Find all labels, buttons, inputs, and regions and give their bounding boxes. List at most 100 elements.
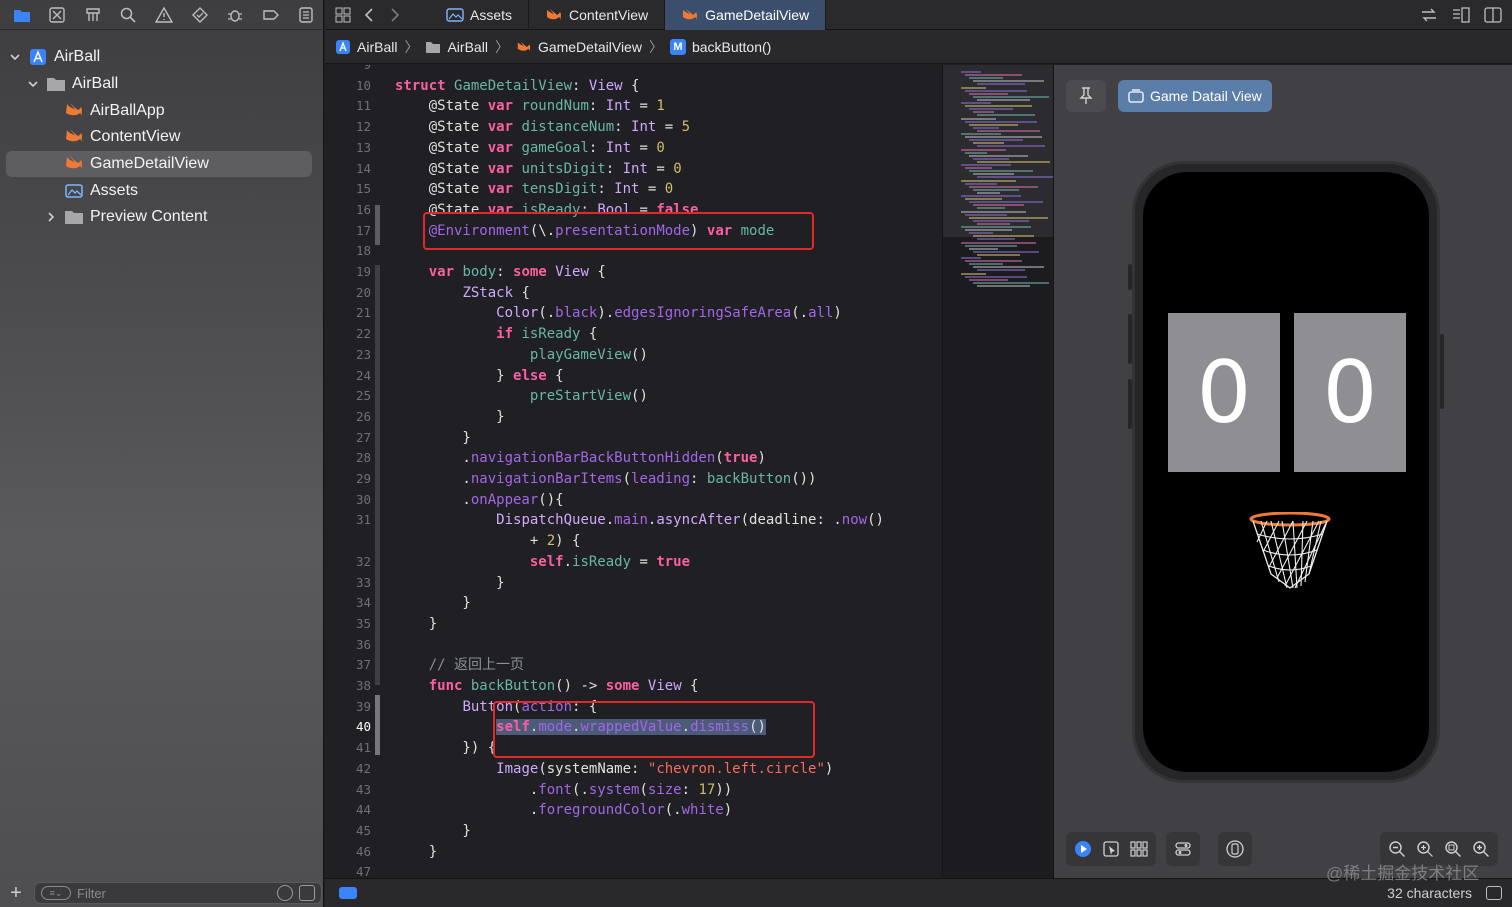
sidebar-item-assets[interactable]: Assets <box>0 177 324 204</box>
code-line[interactable]: .font(.system(size: 17)) <box>395 780 942 801</box>
device-side-button <box>1128 264 1132 290</box>
device-settings-icon[interactable] <box>1174 840 1192 858</box>
line-number: 44 <box>355 802 371 818</box>
zoom-in-icon[interactable] <box>1472 840 1490 858</box>
sidebar-item-gamedetailview[interactable]: GameDetailView <box>6 150 312 178</box>
code-line[interactable]: }) { <box>395 738 942 759</box>
device-icon[interactable] <box>1226 840 1244 858</box>
code-line[interactable]: @State var roundNum: Int = 1 <box>395 96 942 117</box>
symbol-navigator-icon[interactable] <box>75 1 111 29</box>
forward-chevron-icon[interactable] <box>387 7 403 23</box>
code-line[interactable]: } <box>395 428 942 449</box>
code-line[interactable]: .navigationBarItems(leading: backButton(… <box>395 469 942 490</box>
tab-assets[interactable]: Assets <box>430 0 530 30</box>
code-line[interactable]: DispatchQueue.main.asyncAfter(deadline: … <box>395 510 942 531</box>
code-line[interactable]: playGameView() <box>395 345 942 366</box>
issue-navigator-icon[interactable] <box>146 1 182 29</box>
code-line[interactable]: @State var isReady: Bool = false <box>395 200 942 221</box>
code-line[interactable]: } <box>395 573 942 594</box>
line-number <box>325 531 371 552</box>
disclosure-expanded-icon[interactable] <box>8 50 22 64</box>
zoom-actual-icon[interactable] <box>1444 840 1462 858</box>
code-line[interactable]: Button(action: { <box>395 697 942 718</box>
code-line[interactable] <box>395 241 942 262</box>
code-line[interactable]: + 2) { <box>395 531 942 552</box>
report-navigator-icon[interactable] <box>289 1 325 29</box>
code-line[interactable]: Color(.black).edgesIgnoringSafeArea(.all… <box>395 303 942 324</box>
code-line[interactable]: // 返回上一页 <box>395 655 942 676</box>
code-line[interactable]: preStartView() <box>395 386 942 407</box>
pin-preview-button[interactable] <box>1066 80 1106 112</box>
test-navigator-icon[interactable] <box>182 1 218 29</box>
sidebar-item-airball[interactable]: AirBall <box>0 44 324 71</box>
split-editor-icon[interactable] <box>1484 6 1502 24</box>
minimap-line <box>973 126 999 129</box>
sidebar-item-airball[interactable]: AirBall <box>0 71 324 98</box>
code-line[interactable]: func backButton() -> some View { <box>395 676 942 697</box>
code-line[interactable]: @Environment(\.presentationMode) var mod… <box>395 221 942 242</box>
selectable-mode-icon[interactable] <box>1102 840 1120 858</box>
tab-gamedetailview[interactable]: GameDetailView <box>665 0 827 30</box>
minimap-line <box>973 266 1044 269</box>
code-line[interactable]: @State var distanceNum: Int = 5 <box>395 117 942 138</box>
back-chevron-icon[interactable] <box>361 7 377 23</box>
debug-area-indicator[interactable] <box>339 887 357 899</box>
breadcrumb-folder[interactable]: AirBall <box>425 39 488 55</box>
code-line[interactable]: } <box>395 821 942 842</box>
code-line[interactable]: } <box>395 593 942 614</box>
code-line[interactable]: } <box>395 842 942 863</box>
add-file-button[interactable]: + <box>6 882 26 905</box>
related-items-icon[interactable] <box>1420 6 1438 24</box>
preview-selector-chip[interactable]: Game Datail View <box>1118 80 1272 112</box>
breadcrumb-symbol[interactable]: M backButton() <box>669 38 771 55</box>
code-line[interactable]: ZStack { <box>395 283 942 304</box>
code-line[interactable]: } <box>395 614 942 635</box>
breadcrumb-project[interactable]: AirBall <box>335 39 397 55</box>
code-line[interactable] <box>395 635 942 656</box>
code-line[interactable]: @State var gameGoal: Int = 0 <box>395 138 942 159</box>
editor-options-icon[interactable] <box>1452 6 1470 24</box>
filter-options-icon[interactable]: ≡⌄ <box>41 886 71 900</box>
live-preview-icon[interactable] <box>1074 840 1092 858</box>
code-line[interactable]: @State var unitsDigit: Int = 0 <box>395 159 942 180</box>
code-text-area[interactable]: struct GameDetailView: View { @State var… <box>375 65 942 878</box>
code-line[interactable] <box>395 65 942 76</box>
minimap-line <box>965 89 1027 92</box>
variants-icon[interactable] <box>1130 840 1148 858</box>
grid-icon[interactable] <box>335 7 351 23</box>
code-line[interactable]: if isReady { <box>395 324 942 345</box>
toggle-debug-area-icon[interactable] <box>1486 886 1502 900</box>
code-line[interactable]: .onAppear(){ <box>395 490 942 511</box>
code-line[interactable]: } <box>395 407 942 428</box>
code-line[interactable] <box>395 862 942 878</box>
code-line[interactable]: var body: some View { <box>395 262 942 283</box>
source-control-navigator-icon[interactable] <box>40 1 76 29</box>
breakpoint-navigator-icon[interactable] <box>253 1 289 29</box>
sidebar-item-airballapp[interactable]: AirBallApp <box>0 97 324 124</box>
find-navigator-icon[interactable] <box>111 1 147 29</box>
project-navigator-icon[interactable] <box>4 1 40 29</box>
code-line[interactable]: .navigationBarBackButtonHidden(true) <box>395 448 942 469</box>
debug-navigator-icon[interactable] <box>217 1 253 29</box>
minimap[interactable] <box>942 65 1055 878</box>
code-line[interactable]: .foregroundColor(.white) <box>395 800 942 821</box>
filter-field[interactable]: ≡⌄ Filter <box>34 882 322 904</box>
code-line[interactable]: struct GameDetailView: View { <box>395 76 942 97</box>
disclosure-expanded-icon[interactable] <box>26 77 40 91</box>
disclosure-collapsed-icon[interactable] <box>44 210 58 224</box>
code-line[interactable]: Image(systemName: "chevron.left.circle") <box>395 759 942 780</box>
tab-contentview[interactable]: ContentView <box>529 0 666 30</box>
zoom-fit-icon[interactable] <box>1416 840 1434 858</box>
code-line[interactable]: self.isReady = true <box>395 552 942 573</box>
source-control-filter-icon[interactable] <box>299 885 315 901</box>
recent-files-icon[interactable] <box>277 885 293 901</box>
code-line[interactable]: @State var tensDigit: Int = 0 <box>395 179 942 200</box>
breadcrumb-file[interactable]: GameDetailView <box>516 39 642 55</box>
sidebar-item-preview-content[interactable]: Preview Content <box>0 204 324 231</box>
code-editor[interactable]: 910 11 12 13 14 15 16 17 18 19 20 21 22 23 24 25 26 27 28 2… <box>325 65 942 878</box>
code-line[interactable]: } else { <box>395 366 942 387</box>
sidebar-item-contentview[interactable]: ContentView <box>0 124 324 151</box>
zoom-out-icon[interactable] <box>1388 840 1406 858</box>
code-line[interactable]: self.mode.wrappedValue.dismiss() <box>395 717 942 738</box>
